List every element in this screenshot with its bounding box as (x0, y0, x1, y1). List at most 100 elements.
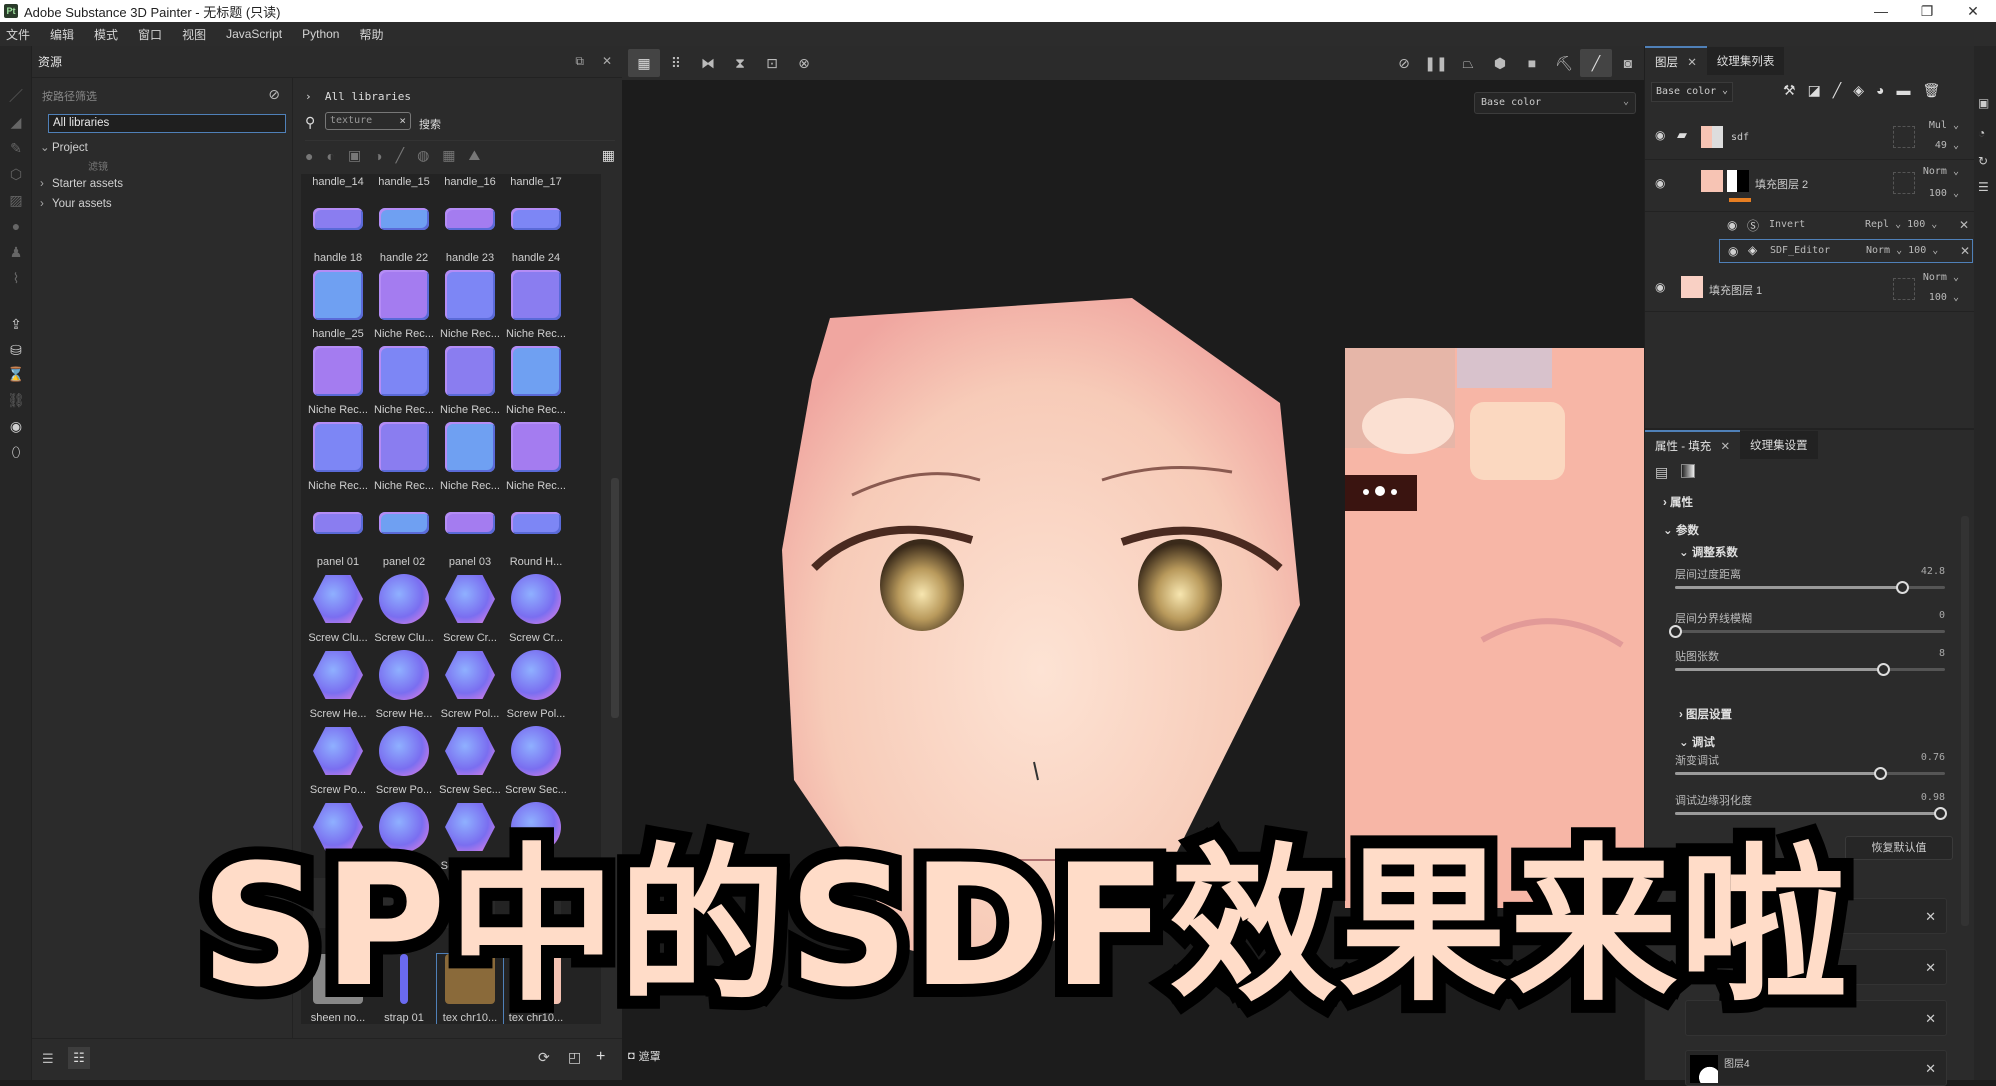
mask-slot[interactable] (1893, 126, 1915, 148)
reset-icon[interactable]: ⊗ (788, 49, 820, 77)
environment-filter-icon[interactable]: ⛰ (469, 147, 481, 164)
projection-icon[interactable]: ✎ (6, 138, 26, 158)
asset-item[interactable]: Screw Pol... (503, 650, 569, 726)
breadcrumb[interactable]: › All libraries (305, 90, 411, 103)
properties-scrollbar[interactable] (1961, 516, 1969, 926)
opacity-select[interactable]: 100 ⌄ (1929, 188, 1959, 199)
polygon-fill-icon[interactable]: ▨ (6, 190, 26, 210)
add-folder-icon[interactable]: ▬ (1896, 82, 1910, 99)
geometry-mask-icon[interactable]: ⬡ (6, 164, 26, 184)
menu-mode[interactable]: 模式 (94, 26, 118, 43)
remove-icon[interactable]: ✕ (1925, 1011, 1936, 1027)
slider-value[interactable]: 8 (1939, 648, 1945, 659)
blend-mode-select[interactable]: Norm ⌄ (1923, 272, 1959, 283)
eraser-icon[interactable]: ◢ (6, 112, 26, 132)
refresh-icon[interactable]: ↻ (1978, 154, 1988, 168)
asset-item[interactable]: handle_15 (371, 174, 437, 194)
asset-item[interactable]: Niche Rec... (305, 422, 371, 498)
asset-item[interactable]: panel 03 (437, 498, 503, 574)
menu-view[interactable]: 视图 (182, 26, 206, 43)
tree-item-project[interactable]: ⌄ Project (40, 140, 88, 154)
camera-persp-icon[interactable]: ⏢ (1452, 49, 1484, 77)
asset-item[interactable]: panel 02 (371, 498, 437, 574)
asset-item[interactable]: handle_25 (305, 270, 371, 346)
texture-filter-icon[interactable]: ▦ (442, 147, 455, 164)
close-panel-icon[interactable]: ✕ (602, 54, 612, 69)
display-settings-icon[interactable]: ⬯ (6, 442, 26, 462)
video-icon[interactable]: ■ (1516, 49, 1548, 77)
asset-item[interactable]: Screw Sec... (503, 726, 569, 802)
blend-mode-select[interactable]: Repl ⌄ 100 ⌄ (1865, 219, 1937, 230)
cube-icon[interactable]: ⬢ (1484, 49, 1516, 77)
paint-bucket-icon[interactable]: ⛏ (1548, 49, 1580, 77)
asset-item[interactable]: handle 18 (305, 194, 371, 270)
close-tab-icon[interactable]: ✕ (1720, 441, 1730, 453)
tree-item-filters[interactable]: 滤镜 (88, 158, 108, 173)
slider-value[interactable]: 42.8 (1921, 566, 1945, 577)
asset-item[interactable]: handle_16 (437, 174, 503, 194)
section-attributes[interactable]: › 属性 (1663, 494, 1693, 510)
asset-item[interactable]: Niche Rec... (371, 346, 437, 422)
tab-texture-set-settings[interactable]: 纹理集设置 (1740, 431, 1818, 459)
blend-mode-select[interactable]: Mul ⌄ (1929, 120, 1959, 131)
brush-icon[interactable]: ╱ (1580, 49, 1612, 77)
hide-icon[interactable]: ⊘ (1388, 49, 1420, 77)
export-icon[interactable]: ⇪ (6, 314, 26, 334)
particle-filter-icon[interactable]: ◍ (417, 147, 429, 164)
add-mask-icon[interactable]: ◪ (1808, 82, 1821, 99)
slider-track[interactable] (1675, 581, 1945, 594)
asset-item[interactable]: Screw Pol... (437, 650, 503, 726)
asset-item[interactable]: handle_17 (503, 174, 569, 194)
layers-channel-select[interactable]: Base color ⌄ (1651, 82, 1733, 102)
remove-icon[interactable]: ✕ (1925, 960, 1936, 976)
close-icon[interactable]: ✕ (1950, 0, 1996, 22)
menu-edit[interactable]: 编辑 (50, 26, 74, 43)
menu-window[interactable]: 窗口 (138, 26, 162, 43)
grid-view-icon[interactable]: ⠿ (660, 49, 692, 77)
delete-icon[interactable]: 🗑 (1922, 82, 1940, 99)
effect-row-sdf-editor[interactable]: ◉ ◈ SDF_Editor Norm ⌄ 100 ⌄ ✕ (1719, 239, 1973, 263)
mask-slot[interactable] (1893, 172, 1915, 194)
smart-material-filter-icon[interactable]: ◐ (326, 148, 334, 164)
asset-item[interactable]: handle 24 (503, 194, 569, 270)
add-smart-material-icon[interactable]: ◕ (1876, 82, 1884, 99)
tab-texture-set-list[interactable]: 纹理集列表 (1706, 47, 1785, 75)
slider-value[interactable]: 0.76 (1921, 752, 1945, 763)
section-params[interactable]: ⌄ 参数 (1663, 522, 1699, 538)
remove-icon[interactable]: ✕ (1925, 1061, 1936, 1077)
section-adjust[interactable]: ⌄ 调整系数 (1679, 544, 1738, 560)
2d-3d-split-icon[interactable]: ▦ (628, 49, 660, 77)
asset-item[interactable]: Niche Rec... (503, 346, 569, 422)
slider-handle[interactable] (1895, 581, 1909, 594)
history-icon[interactable]: ◔ (1978, 126, 1985, 140)
add-paint-layer-icon[interactable]: ╱ (1833, 82, 1841, 99)
eye-icon[interactable]: ◉ (1728, 244, 1738, 258)
screenshot-icon[interactable]: ◙ (1612, 49, 1644, 77)
layer-row-fill-1[interactable]: ◉ 填充图层 1 Norm ⌄ 100 ⌄ (1645, 266, 1975, 312)
asset-item[interactable]: handle 23 (437, 194, 503, 270)
brush-filter-icon[interactable]: ╱ (396, 147, 404, 164)
asset-item[interactable]: Round H... (503, 498, 569, 574)
reset-defaults-button[interactable]: 恢复默认值 (1845, 836, 1953, 860)
tab-layers[interactable]: 图层 ✕ (1645, 46, 1707, 76)
tree-item-starter-assets[interactable]: › Starter assets (40, 178, 123, 190)
slider-handle[interactable] (1876, 663, 1890, 676)
search-input[interactable]: texture × (325, 112, 411, 130)
asset-item[interactable]: Screw Sec... (437, 726, 503, 802)
asset-item[interactable]: Niche Rec... (437, 270, 503, 346)
menu-help[interactable]: 帮助 (359, 26, 383, 43)
asset-item[interactable]: Niche Rec... (371, 270, 437, 346)
section-layer-settings[interactable]: › 图层设置 (1679, 706, 1732, 722)
add-effect-icon[interactable]: ⚒ (1783, 82, 1796, 99)
eye-icon[interactable]: ◉ (1655, 128, 1665, 142)
grid-view-icon[interactable]: ▦ (602, 147, 615, 164)
tree-item-your-assets[interactable]: › Your assets (40, 198, 112, 210)
pause-icon[interactable]: ❚❚ (1420, 49, 1452, 77)
asset-item[interactable]: Niche Rec... (437, 346, 503, 422)
asset-item[interactable]: Screw Po... (305, 726, 371, 802)
add-fill-layer-icon[interactable]: ◈ (1853, 82, 1864, 99)
asset-item[interactable]: Niche Rec... (305, 346, 371, 422)
slider-track[interactable] (1675, 663, 1945, 676)
asset-item[interactable]: Niche Rec... (437, 422, 503, 498)
eye-off-icon[interactable]: ⊘ (268, 86, 280, 103)
